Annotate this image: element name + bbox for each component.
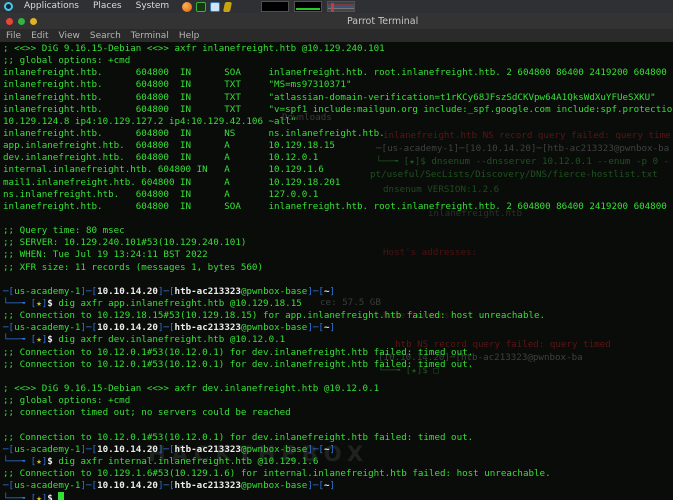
menu-edit[interactable]: Edit <box>26 31 53 41</box>
terminal-cursor <box>58 492 64 500</box>
menu-terminal[interactable]: Terminal <box>126 31 174 41</box>
terminal-launcher-icon[interactable] <box>196 2 206 12</box>
terminal-line: ;; Connection to 10.129.18.15#53(10.129.… <box>3 310 673 322</box>
lightning-icon[interactable] <box>223 2 232 12</box>
terminal-line: inlanefreight.htb. 604800 IN TXT "v=spf1… <box>3 104 673 116</box>
terminal-line: └──╼ [★]$ <box>3 492 673 500</box>
maximize-button[interactable] <box>30 18 37 25</box>
terminal-line <box>3 213 673 225</box>
terminal-line: ;; Connection to 10.12.0.1#53(10.12.0.1)… <box>3 432 673 444</box>
terminal-line: ;; SERVER: 10.129.240.101#53(10.129.240.… <box>3 237 673 249</box>
terminal-line: └──╼ [★]$ dig axfr internal.inlanefreigh… <box>3 456 673 468</box>
system-menu-bar: ApplicationsPlacesSystem <box>0 0 673 13</box>
terminal-lines: ; <<>> DiG 9.16.15-Debian <<>> axfr inla… <box>3 43 673 500</box>
window-title: Parrot Terminal <box>347 16 418 27</box>
firefox-icon[interactable] <box>182 2 192 12</box>
terminal-line: ;; Query time: 80 msec <box>3 225 673 237</box>
terminal-output[interactable]: HACKTHEBOX Downloadsinlanefreight.htb NS… <box>0 42 673 500</box>
minimize-button[interactable] <box>18 18 25 25</box>
terminal-line: inlanefreight.htb. 604800 IN SOA inlanef… <box>3 67 673 79</box>
system-menu-system[interactable]: System <box>129 0 177 13</box>
system-menu-applications[interactable]: Applications <box>17 0 86 13</box>
terminal-line: ;; global options: +cmd <box>3 55 673 67</box>
parrot-os-icon[interactable] <box>4 2 13 11</box>
terminal-line <box>3 274 673 286</box>
menu-file[interactable]: File <box>1 31 26 41</box>
window-thumbnail-1[interactable] <box>261 1 289 12</box>
terminal-menubar: FileEditViewSearchTerminalHelp <box>0 29 673 42</box>
terminal-line <box>3 419 673 431</box>
terminal-line: ─[us-academy-1]─[10.10.14.20]─[htb-ac213… <box>3 444 673 456</box>
terminal-line: dev.inlanefreight.htb. 604800 IN A 10.12… <box>3 152 673 164</box>
terminal-line: inlanefreight.htb. 604800 IN TXT "atlass… <box>3 92 673 104</box>
window-manager-icon[interactable] <box>210 2 220 12</box>
window-thumbnail-3[interactable] <box>327 1 355 12</box>
terminal-line: ;; Connection to 10.129.1.6#53(10.129.1.… <box>3 468 673 480</box>
terminal-line: internal.inlanefreight.htb. 604800 IN A … <box>3 164 673 176</box>
menu-search[interactable]: Search <box>85 31 126 41</box>
menu-view[interactable]: View <box>54 31 85 41</box>
window-thumbnail-2[interactable] <box>294 1 322 12</box>
terminal-line: ;; connection timed out; no servers coul… <box>3 407 673 419</box>
terminal-line: inlanefreight.htb. 604800 IN NS ns.inlan… <box>3 128 673 140</box>
system-menu-places[interactable]: Places <box>86 0 129 13</box>
terminal-line: ;; XFR size: 11 records (messages 1, byt… <box>3 262 673 274</box>
terminal-line: ─[us-academy-1]─[10.10.14.20]─[htb-ac213… <box>3 286 673 298</box>
terminal-line: app.inlanefreight.htb. 604800 IN A 10.12… <box>3 140 673 152</box>
terminal-line: ;; Connection to 10.12.0.1#53(10.12.0.1)… <box>3 359 673 371</box>
terminal-line: ns.inlanefreight.htb. 604800 IN A 127.0.… <box>3 189 673 201</box>
terminal-line: └──╼ [★]$ dig axfr dev.inlanefreight.htb… <box>3 334 673 346</box>
terminal-line: ; <<>> DiG 9.16.15-Debian <<>> axfr dev.… <box>3 383 673 395</box>
menu-help[interactable]: Help <box>174 31 205 41</box>
desktop-screen: ApplicationsPlacesSystem Parrot Terminal… <box>0 0 673 500</box>
terminal-line: inlanefreight.htb. 604800 IN TXT "MS=ms9… <box>3 79 673 91</box>
terminal-line: ─[us-academy-1]─[10.10.14.20]─[htb-ac213… <box>3 322 673 334</box>
terminal-line: ;; Connection to 10.12.0.1#53(10.12.0.1)… <box>3 347 673 359</box>
terminal-line: 10.129.124.8 ip4:10.129.127.2 ip4:10.129… <box>3 116 673 128</box>
terminal-line: ;; WHEN: Tue Jul 19 13:24:11 BST 2022 <box>3 249 673 261</box>
terminal-line: ; <<>> DiG 9.16.15-Debian <<>> axfr inla… <box>3 43 673 55</box>
terminal-line <box>3 371 673 383</box>
terminal-line: inlanefreight.htb. 604800 IN SOA inlanef… <box>3 201 673 213</box>
terminal-line: mail1.inlanefreight.htb. 604800 IN A 10.… <box>3 177 673 189</box>
window-titlebar: Parrot Terminal <box>0 13 673 29</box>
terminal-line: ;; global options: +cmd <box>3 395 673 407</box>
close-button[interactable] <box>6 18 13 25</box>
terminal-line: ─[us-academy-1]─[10.10.14.20]─[htb-ac213… <box>3 480 673 492</box>
terminal-line: └──╼ [★]$ dig axfr app.inlanefreight.htb… <box>3 298 673 310</box>
